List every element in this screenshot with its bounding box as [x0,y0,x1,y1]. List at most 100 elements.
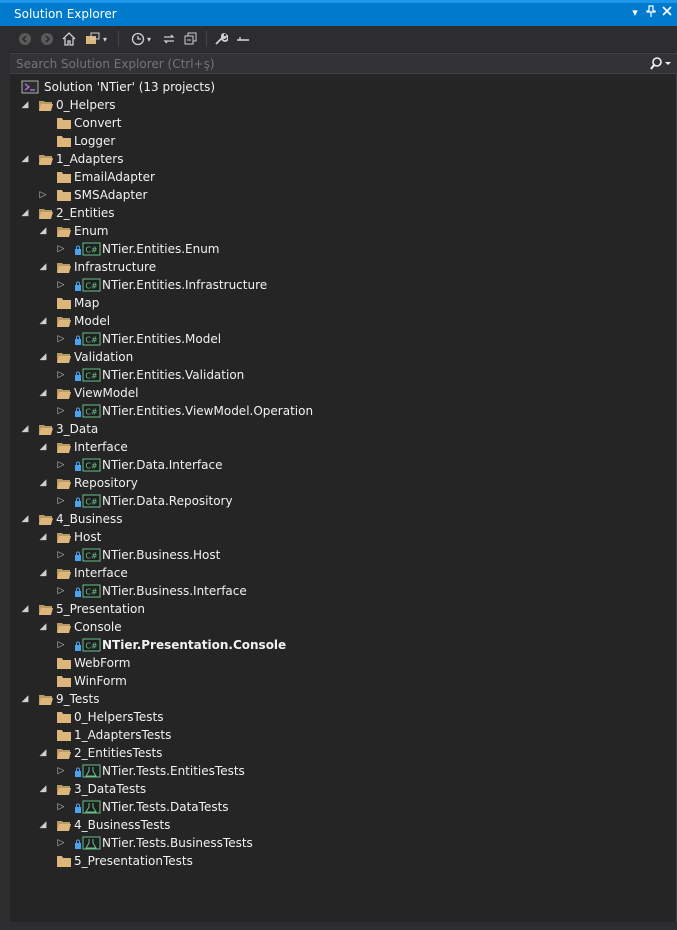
collapsed-arrow-icon[interactable]: ▷ [56,837,66,849]
tree-item[interactable]: Solution 'NTier' (13 projects) [10,78,677,96]
collapsed-arrow-icon[interactable]: ▷ [56,549,66,561]
dropdown-menu-icon[interactable]: ▾ [628,5,642,21]
solution-icon [20,79,40,95]
expanded-arrow-icon[interactable]: ◢ [38,747,48,759]
expanded-arrow-icon[interactable]: ◢ [38,783,48,795]
tree-item[interactable]: Logger [10,132,677,150]
preview-selected-items-icon[interactable] [234,29,252,49]
tree-item[interactable]: ◢ Enum [10,222,677,240]
sync-icon[interactable] [160,29,178,49]
home-icon[interactable] [60,29,78,49]
tree-item[interactable]: ▷ C# NTier.Data.Repository [10,492,677,510]
expanded-arrow-icon[interactable]: ◢ [20,153,30,165]
collapse-all-icon[interactable] [182,29,200,49]
back-icon[interactable] [16,29,34,49]
tree-item[interactable]: ◢ 3_Data [10,420,677,438]
tree-item[interactable]: ▷ SMSAdapter [10,186,677,204]
tree-item[interactable]: ◢ 0_Helpers [10,96,677,114]
close-icon[interactable] [660,5,674,21]
tree-item[interactable]: ▷ C# NTier.Entities.Infrastructure [10,276,677,294]
collapsed-arrow-icon[interactable]: ▷ [56,495,66,507]
switch-views-icon[interactable]: ▾ [82,29,110,49]
expanded-arrow-icon[interactable]: ◢ [38,819,48,831]
expanded-arrow-icon[interactable]: ◢ [38,621,48,633]
tree-item[interactable]: 5_PresentationTests [10,852,677,870]
collapsed-arrow-icon[interactable]: ▷ [56,243,66,255]
collapsed-arrow-icon[interactable]: ▷ [56,459,66,471]
tree-item[interactable]: ◢ Console [10,618,677,636]
collapsed-arrow-icon[interactable]: ▷ [38,189,48,201]
tree-item[interactable]: ▷ C# NTier.Business.Host [10,546,677,564]
tree-item[interactable]: ◢ Interface [10,438,677,456]
tree-item[interactable]: Map [10,294,677,312]
svg-text:C#: C# [85,552,98,561]
tree-item[interactable]: ◢ 4_BusinessTests [10,816,677,834]
tree-item[interactable]: ▷ NTier.Tests.EntitiesTests [10,762,677,780]
tree-item[interactable]: ◢ Infrastructure [10,258,677,276]
pending-changes-filter-icon[interactable]: ▾ [126,29,156,49]
tree-item[interactable]: EmailAdapter [10,168,677,186]
tree-item[interactable]: ◢ Repository [10,474,677,492]
tree-item[interactable]: ▷ C# NTier.Entities.Enum [10,240,677,258]
expanded-arrow-icon[interactable]: ◢ [38,225,48,237]
expanded-arrow-icon[interactable]: ◢ [38,315,48,327]
tree-item[interactable]: ◢ ViewModel [10,384,677,402]
tree-item[interactable]: ◢ Host [10,528,677,546]
collapsed-arrow-icon[interactable]: ▷ [56,279,66,291]
collapsed-arrow-icon[interactable]: ▷ [56,585,66,597]
collapsed-arrow-icon[interactable]: ▷ [56,405,66,417]
pin-icon[interactable] [644,5,658,21]
tree-item[interactable]: ◢ Model [10,312,677,330]
collapsed-arrow-icon[interactable]: ▷ [56,369,66,381]
tree-item[interactable]: ◢ 3_DataTests [10,780,677,798]
collapsed-arrow-icon[interactable]: ▷ [56,801,66,813]
tree-item[interactable]: ◢ 5_Presentation [10,600,677,618]
tree-item[interactable]: ◢ 2_Entities [10,204,677,222]
forward-icon[interactable] [38,29,56,49]
tree-item-label: NTier.Entities.ViewModel.Operation [102,404,314,418]
expanded-arrow-icon[interactable]: ◢ [38,387,48,399]
folder-open-icon [56,349,72,365]
tree-item[interactable]: ▷ C# NTier.Entities.Model [10,330,677,348]
expanded-arrow-icon[interactable]: ◢ [20,99,30,111]
expanded-arrow-icon[interactable]: ◢ [20,423,30,435]
properties-icon[interactable] [212,29,230,49]
tree-item[interactable]: 0_HelpersTests [10,708,677,726]
expanded-arrow-icon[interactable]: ◢ [20,603,30,615]
tree-item-label: Solution 'NTier' (13 projects) [44,80,216,94]
tree-item-label: Model [74,314,111,328]
expanded-arrow-icon[interactable]: ◢ [20,513,30,525]
tree-item[interactable]: ◢ 1_Adapters [10,150,677,168]
tree-item[interactable]: ▷ NTier.Tests.DataTests [10,798,677,816]
tree-item[interactable]: Convert [10,114,677,132]
expanded-arrow-icon[interactable]: ◢ [38,531,48,543]
tree-item[interactable]: WinForm [10,672,677,690]
collapsed-arrow-icon[interactable]: ▷ [56,765,66,777]
search-icon[interactable] [650,55,674,73]
collapsed-arrow-icon[interactable]: ▷ [56,333,66,345]
tree-item[interactable]: 1_AdaptersTests [10,726,677,744]
tree-item[interactable]: ◢ 2_EntitiesTests [10,744,677,762]
tree-item[interactable]: ▷ C# NTier.Data.Interface [10,456,677,474]
tree-item[interactable]: ▷ C# NTier.Entities.ViewModel.Operation [10,402,677,420]
search-input[interactable] [10,54,640,73]
test-project-icon [74,799,102,815]
expanded-arrow-icon[interactable]: ◢ [38,477,48,489]
tree-item[interactable]: ▷ C# NTier.Presentation.Console [10,636,677,654]
tree-item[interactable]: ▷ NTier.Tests.BusinessTests [10,834,677,852]
collapsed-arrow-icon[interactable]: ▷ [56,639,66,651]
expanded-arrow-icon[interactable]: ◢ [20,693,30,705]
expanded-arrow-icon[interactable]: ◢ [38,261,48,273]
expanded-arrow-icon[interactable]: ◢ [20,207,30,219]
tree-item[interactable]: ◢ 4_Business [10,510,677,528]
tree-item[interactable]: ◢ Interface [10,564,677,582]
tree-item[interactable]: WebForm [10,654,677,672]
tree-item[interactable]: ▷ C# NTier.Entities.Validation [10,366,677,384]
expanded-arrow-icon[interactable]: ◢ [38,351,48,363]
tree-item[interactable]: ▷ C# NTier.Business.Interface [10,582,677,600]
tree-item[interactable]: ◢ Validation [10,348,677,366]
folder-open-icon [56,313,72,329]
expanded-arrow-icon[interactable]: ◢ [38,567,48,579]
expanded-arrow-icon[interactable]: ◢ [38,441,48,453]
tree-item[interactable]: ◢ 9_Tests [10,690,677,708]
